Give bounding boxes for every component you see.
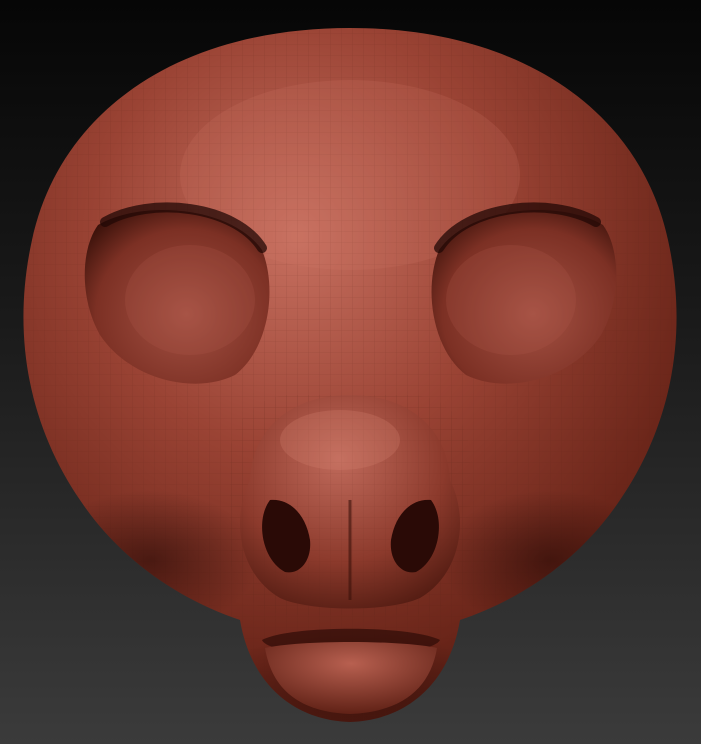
sculpted-head-render <box>23 28 677 722</box>
left-socket-highlight <box>125 245 255 355</box>
right-cheek-shadow <box>440 490 660 630</box>
3d-viewport[interactable] <box>0 0 701 744</box>
snout-highlight <box>280 410 400 470</box>
snout <box>230 395 470 615</box>
right-socket-highlight <box>446 245 576 355</box>
left-cheek-shadow <box>40 490 260 630</box>
